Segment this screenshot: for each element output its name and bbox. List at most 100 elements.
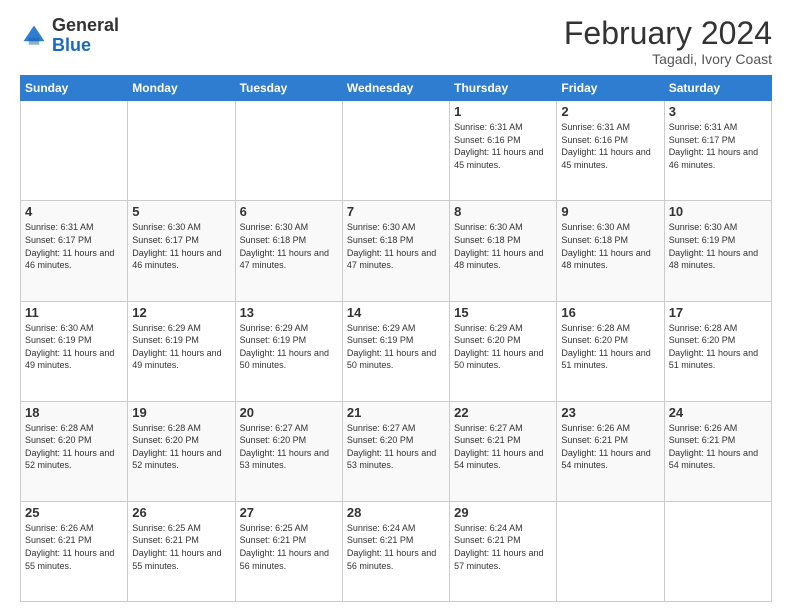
- day-info: Sunrise: 6:27 AMSunset: 6:21 PMDaylight:…: [454, 422, 552, 472]
- day-cell: 11Sunrise: 6:30 AMSunset: 6:19 PMDayligh…: [21, 301, 128, 401]
- day-info: Sunrise: 6:29 AMSunset: 6:19 PMDaylight:…: [347, 322, 445, 372]
- col-header-tuesday: Tuesday: [235, 76, 342, 101]
- day-cell: 19Sunrise: 6:28 AMSunset: 6:20 PMDayligh…: [128, 401, 235, 501]
- day-info: Sunrise: 6:31 AMSunset: 6:17 PMDaylight:…: [669, 121, 767, 171]
- logo-text: General Blue: [52, 16, 119, 56]
- day-cell: 22Sunrise: 6:27 AMSunset: 6:21 PMDayligh…: [450, 401, 557, 501]
- location: Tagadi, Ivory Coast: [564, 51, 772, 67]
- day-cell: 23Sunrise: 6:26 AMSunset: 6:21 PMDayligh…: [557, 401, 664, 501]
- day-number: 8: [454, 204, 552, 219]
- day-cell: 15 Sunrise: 6:29 AMSunset: 6:20 PMDayligh…: [450, 301, 557, 401]
- day-cell: 9 Sunrise: 6:30 AMSunset: 6:18 PMDaylight…: [557, 201, 664, 301]
- month-title: February 2024: [564, 16, 772, 51]
- day-info: Sunrise: 6:27 AMSunset: 6:20 PMDaylight:…: [240, 422, 338, 472]
- day-cell: 8 Sunrise: 6:30 AMSunset: 6:18 PMDaylight…: [450, 201, 557, 301]
- day-info: Sunrise: 6:28 AMSunset: 6:20 PMDaylight:…: [561, 322, 659, 372]
- logo-blue: Blue: [52, 35, 91, 55]
- day-number: 5: [132, 204, 230, 219]
- day-info: Sunrise: 6:26 AMSunset: 6:21 PMDaylight:…: [561, 422, 659, 472]
- day-info: Sunrise: 6:30 AMSunset: 6:18 PMDaylight:…: [561, 221, 659, 271]
- day-number: 17: [669, 305, 767, 320]
- day-cell: 28 Sunrise: 6:24 AMSunset: 6:21 PMDayligh…: [342, 501, 449, 601]
- col-header-friday: Friday: [557, 76, 664, 101]
- day-cell: 16 Sunrise: 6:28 AMSunset: 6:20 PMDayligh…: [557, 301, 664, 401]
- day-cell: [557, 501, 664, 601]
- day-cell: 10 Sunrise: 6:30 AMSunset: 6:19 PMDayligh…: [664, 201, 771, 301]
- day-cell: 25 Sunrise: 6:26 AMSunset: 6:21 PMDayligh…: [21, 501, 128, 601]
- calendar-page: General Blue February 2024 Tagadi, Ivory…: [0, 0, 792, 612]
- week-row-5: 25 Sunrise: 6:26 AMSunset: 6:21 PMDayligh…: [21, 501, 772, 601]
- day-cell: 3 Sunrise: 6:31 AMSunset: 6:17 PMDaylight…: [664, 101, 771, 201]
- day-info: Sunrise: 6:31 AMSunset: 6:16 PMDaylight:…: [454, 121, 552, 171]
- day-number: 26: [132, 505, 230, 520]
- day-info: Sunrise: 6:24 AMSunset: 6:21 PMDaylight:…: [347, 522, 445, 572]
- day-number: 28: [347, 505, 445, 520]
- day-info: Sunrise: 6:29 AMSunset: 6:20 PMDaylight:…: [454, 322, 552, 372]
- day-number: 18: [25, 405, 123, 420]
- week-row-3: 11Sunrise: 6:30 AMSunset: 6:19 PMDayligh…: [21, 301, 772, 401]
- day-number: 4: [25, 204, 123, 219]
- day-number: 13: [240, 305, 338, 320]
- day-number: 29: [454, 505, 552, 520]
- day-cell: 1 Sunrise: 6:31 AMSunset: 6:16 PMDaylight…: [450, 101, 557, 201]
- day-number: 3: [669, 104, 767, 119]
- day-cell: 17 Sunrise: 6:28 AMSunset: 6:20 PMDayligh…: [664, 301, 771, 401]
- day-number: 12: [132, 305, 230, 320]
- day-number: 16: [561, 305, 659, 320]
- day-cell: [664, 501, 771, 601]
- day-cell: [128, 101, 235, 201]
- day-cell: 20 Sunrise: 6:27 AMSunset: 6:20 PMDayligh…: [235, 401, 342, 501]
- day-number: 11: [25, 305, 123, 320]
- day-cell: 6Sunrise: 6:30 AMSunset: 6:18 PMDaylight…: [235, 201, 342, 301]
- day-info: Sunrise: 6:30 AMSunset: 6:18 PMDaylight:…: [454, 221, 552, 271]
- day-cell: 21Sunrise: 6:27 AMSunset: 6:20 PMDayligh…: [342, 401, 449, 501]
- logo: General Blue: [20, 16, 119, 56]
- day-number: 25: [25, 505, 123, 520]
- day-number: 24: [669, 405, 767, 420]
- day-number: 9: [561, 204, 659, 219]
- day-info: Sunrise: 6:28 AMSunset: 6:20 PMDaylight:…: [669, 322, 767, 372]
- day-cell: 7Sunrise: 6:30 AMSunset: 6:18 PMDaylight…: [342, 201, 449, 301]
- day-cell: 12 Sunrise: 6:29 AMSunset: 6:19 PMDayligh…: [128, 301, 235, 401]
- day-number: 20: [240, 405, 338, 420]
- day-number: 10: [669, 204, 767, 219]
- header-right: February 2024 Tagadi, Ivory Coast: [564, 16, 772, 67]
- col-header-monday: Monday: [128, 76, 235, 101]
- col-header-thursday: Thursday: [450, 76, 557, 101]
- day-info: Sunrise: 6:31 AMSunset: 6:17 PMDaylight:…: [25, 221, 123, 271]
- day-cell: 26Sunrise: 6:25 AMSunset: 6:21 PMDayligh…: [128, 501, 235, 601]
- calendar-table: SundayMondayTuesdayWednesdayThursdayFrid…: [20, 75, 772, 602]
- day-cell: 27Sunrise: 6:25 AMSunset: 6:21 PMDayligh…: [235, 501, 342, 601]
- day-number: 6: [240, 204, 338, 219]
- header-row: SundayMondayTuesdayWednesdayThursdayFrid…: [21, 76, 772, 101]
- day-info: Sunrise: 6:31 AMSunset: 6:16 PMDaylight:…: [561, 121, 659, 171]
- day-info: Sunrise: 6:28 AMSunset: 6:20 PMDaylight:…: [132, 422, 230, 472]
- day-info: Sunrise: 6:30 AMSunset: 6:17 PMDaylight:…: [132, 221, 230, 271]
- day-number: 1: [454, 104, 552, 119]
- col-header-wednesday: Wednesday: [342, 76, 449, 101]
- col-header-sunday: Sunday: [21, 76, 128, 101]
- col-header-saturday: Saturday: [664, 76, 771, 101]
- day-cell: 5 Sunrise: 6:30 AMSunset: 6:17 PMDaylight…: [128, 201, 235, 301]
- day-info: Sunrise: 6:29 AMSunset: 6:19 PMDaylight:…: [132, 322, 230, 372]
- day-info: Sunrise: 6:24 AMSunset: 6:21 PMDaylight:…: [454, 522, 552, 572]
- day-cell: 18 Sunrise: 6:28 AMSunset: 6:20 PMDayligh…: [21, 401, 128, 501]
- logo-general: General: [52, 15, 119, 35]
- day-info: Sunrise: 6:25 AMSunset: 6:21 PMDaylight:…: [240, 522, 338, 572]
- day-number: 7: [347, 204, 445, 219]
- week-row-1: 1 Sunrise: 6:31 AMSunset: 6:16 PMDaylight…: [21, 101, 772, 201]
- page-header: General Blue February 2024 Tagadi, Ivory…: [20, 16, 772, 67]
- logo-icon: [20, 22, 48, 50]
- day-cell: 14Sunrise: 6:29 AMSunset: 6:19 PMDayligh…: [342, 301, 449, 401]
- day-info: Sunrise: 6:29 AMSunset: 6:19 PMDaylight:…: [240, 322, 338, 372]
- day-info: Sunrise: 6:30 AMSunset: 6:19 PMDaylight:…: [669, 221, 767, 271]
- day-info: Sunrise: 6:26 AMSunset: 6:21 PMDaylight:…: [25, 522, 123, 572]
- day-cell: 4 Sunrise: 6:31 AMSunset: 6:17 PMDaylight…: [21, 201, 128, 301]
- day-cell: 13 Sunrise: 6:29 AMSunset: 6:19 PMDayligh…: [235, 301, 342, 401]
- week-row-4: 18 Sunrise: 6:28 AMSunset: 6:20 PMDayligh…: [21, 401, 772, 501]
- day-info: Sunrise: 6:28 AMSunset: 6:20 PMDaylight:…: [25, 422, 123, 472]
- day-number: 15: [454, 305, 552, 320]
- week-row-2: 4 Sunrise: 6:31 AMSunset: 6:17 PMDaylight…: [21, 201, 772, 301]
- day-cell: [21, 101, 128, 201]
- day-info: Sunrise: 6:26 AMSunset: 6:21 PMDaylight:…: [669, 422, 767, 472]
